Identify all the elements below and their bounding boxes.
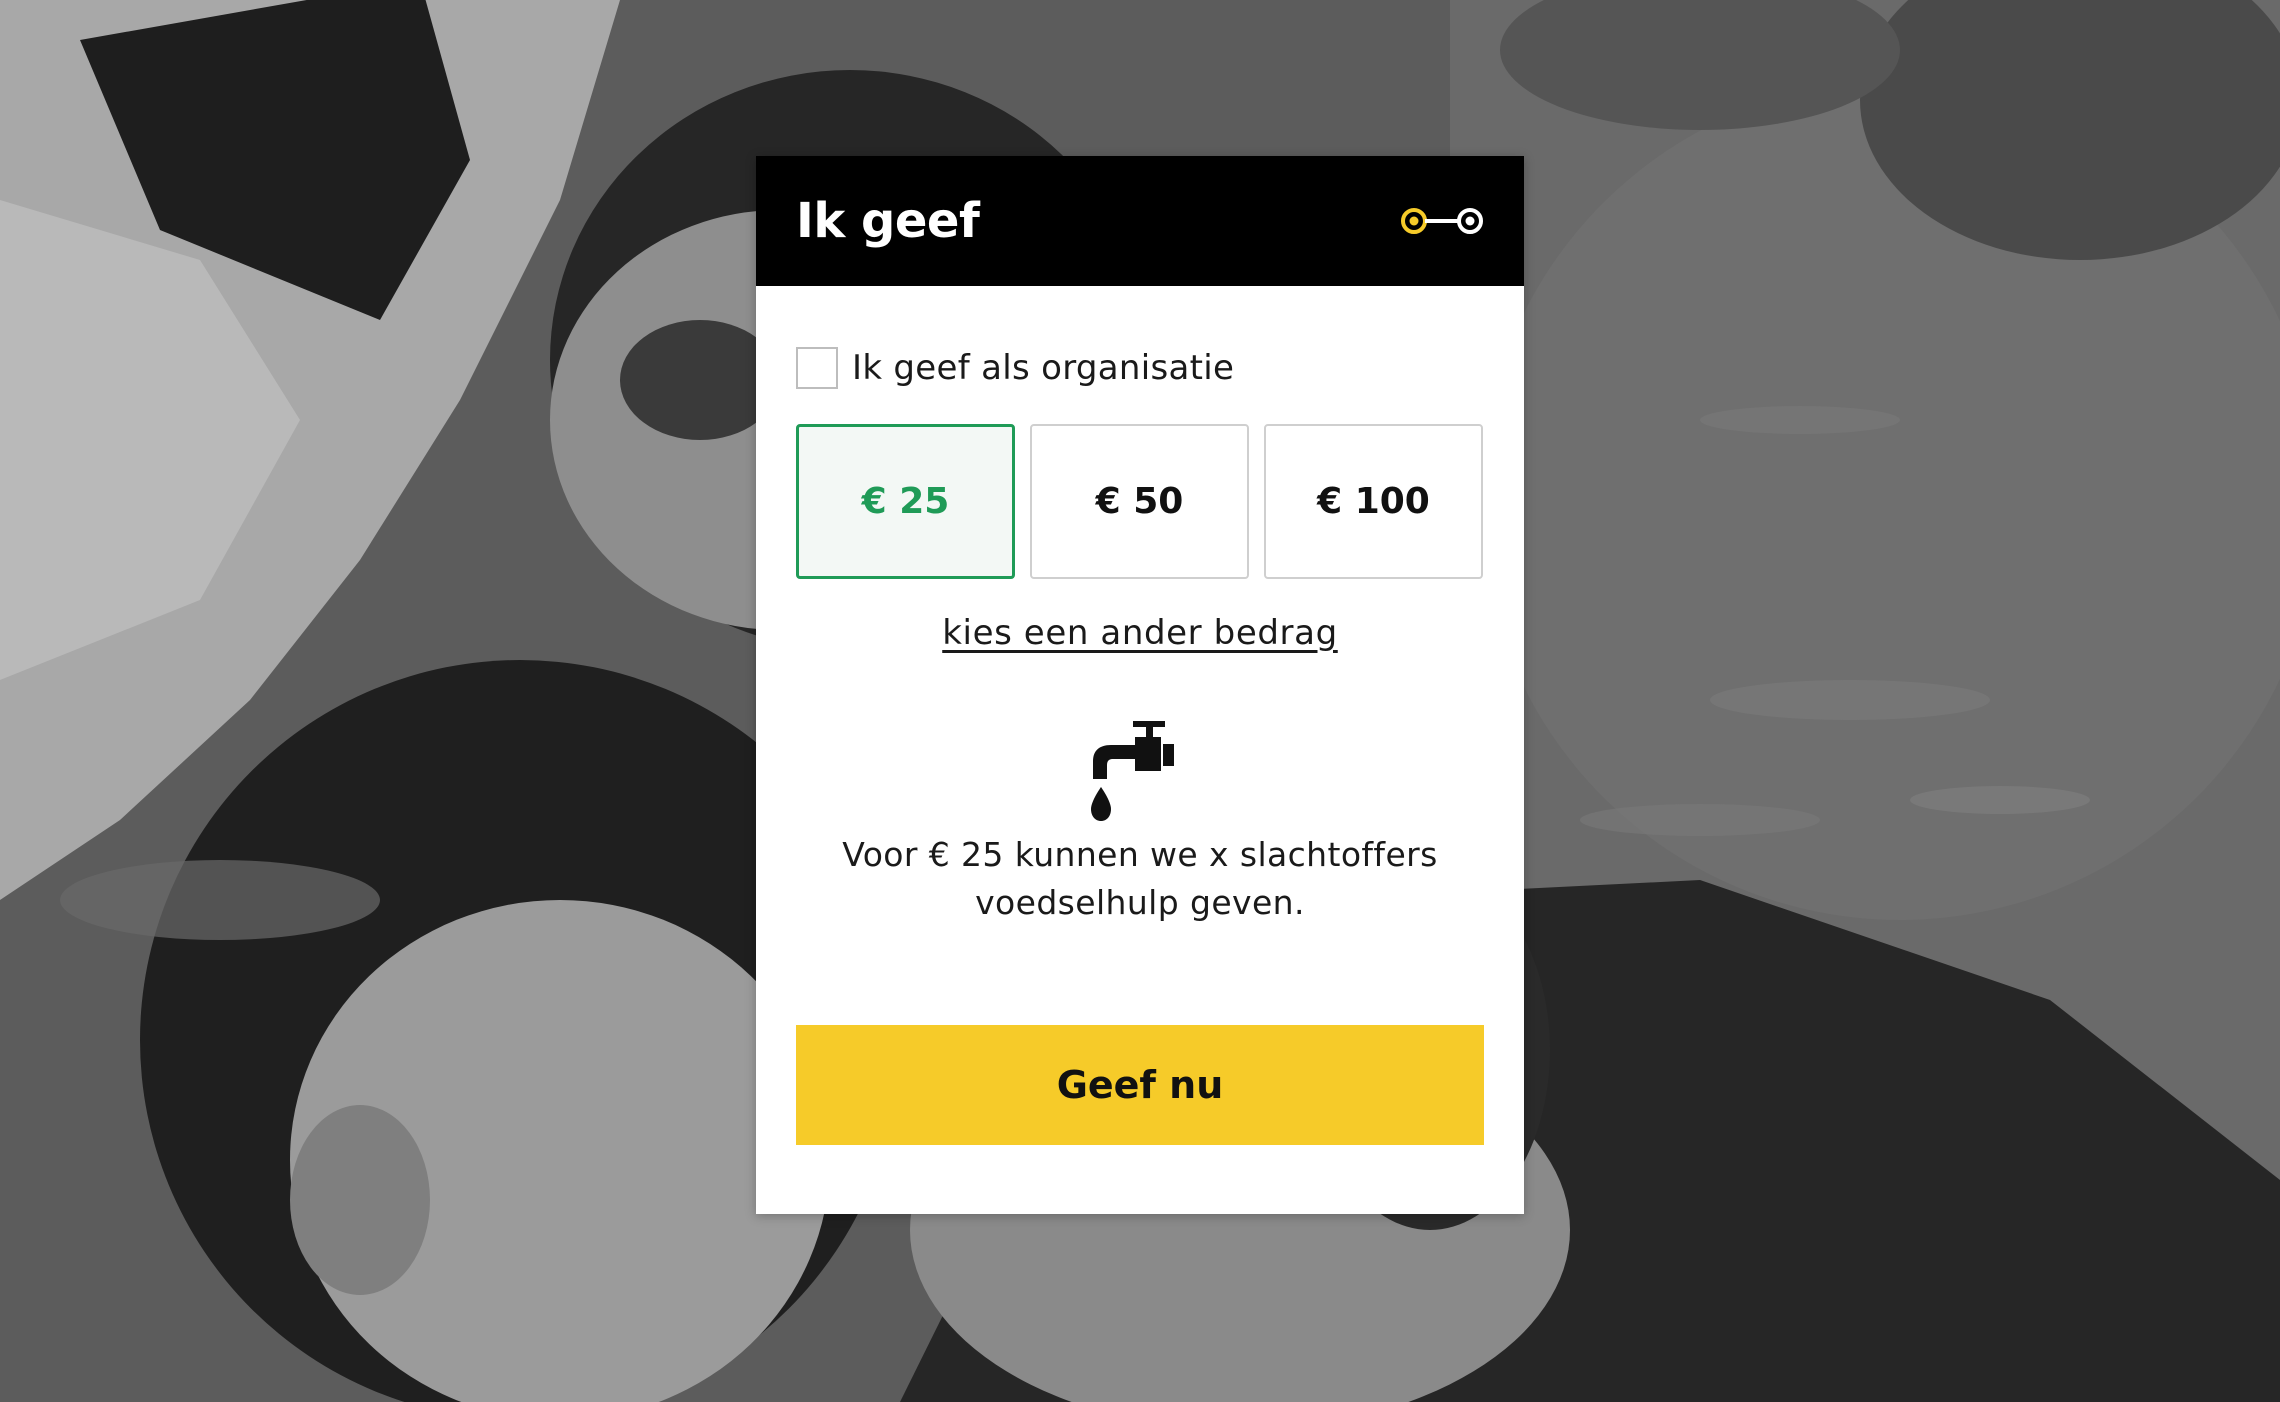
amount-option-100[interactable]: € 100	[1264, 424, 1483, 579]
water-tap-icon	[796, 721, 1484, 825]
other-amount-link[interactable]: kies een ander bedrag	[796, 613, 1484, 653]
impact-description: Voor € 25 kunnen we x slachtoffers voeds…	[796, 831, 1484, 927]
impact-line-1: Voor € 25 kunnen we x slachtoffers	[842, 835, 1438, 874]
widget-header: Ik geef	[756, 156, 1524, 286]
amount-option-50[interactable]: € 50	[1030, 424, 1249, 579]
amount-option-25[interactable]: € 25	[796, 424, 1015, 579]
organisation-checkbox[interactable]	[796, 347, 838, 389]
donate-button[interactable]: Geef nu	[796, 1025, 1484, 1145]
organisation-label[interactable]: Ik geef als organisatie	[852, 348, 1234, 388]
step-indicator-icon	[1400, 205, 1484, 237]
impact-line-2: voedselhulp geven.	[975, 883, 1305, 922]
amount-options: € 25 € 50 € 100	[796, 424, 1484, 579]
organisation-row: Ik geef als organisatie	[796, 344, 1484, 392]
donation-widget: Ik geef Ik geef als organisatie € 25 € 5…	[756, 156, 1524, 1214]
widget-body: Ik geef als organisatie € 25 € 50 € 100 …	[756, 344, 1524, 1145]
widget-title: Ik geef	[796, 193, 980, 249]
